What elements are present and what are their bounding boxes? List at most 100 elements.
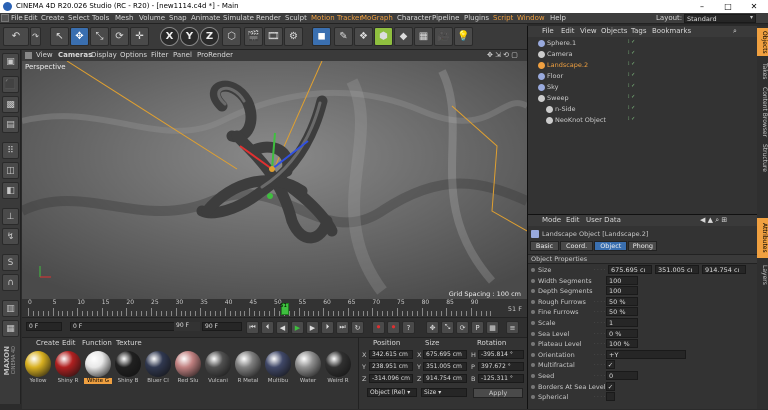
workplane-button[interactable]: ▥	[2, 300, 19, 317]
last-tool-button[interactable]: ✛	[130, 27, 149, 46]
object-row[interactable]: Sky ⁞ ✓	[528, 82, 758, 93]
animate-dot-icon[interactable]	[531, 363, 535, 368]
visibility-dots[interactable]: ⁞ ✓	[628, 72, 635, 78]
cube-object-button[interactable]: ◼	[312, 27, 331, 46]
attr-field[interactable]: 675.695 cı	[608, 265, 652, 274]
viewport-menu-filter[interactable]: Filter	[151, 51, 168, 59]
attr-tab[interactable]: Basic	[530, 241, 559, 251]
object-name[interactable]: Sky	[547, 83, 559, 91]
animate-dot-icon[interactable]	[531, 268, 535, 272]
material-swatch[interactable]: Red Slu	[174, 350, 202, 394]
rotate-tool-button[interactable]: ⟳	[110, 27, 129, 46]
menu-animate[interactable]: Animate	[191, 14, 220, 22]
object-name[interactable]: Floor	[547, 72, 563, 80]
object-row[interactable]: Landscape.2 ⁞ ✓	[528, 60, 758, 71]
attr-menu-mode[interactable]: Mode	[542, 216, 561, 224]
menu-edit[interactable]: Edit	[24, 14, 38, 22]
edges-mode-button[interactable]: ◫	[2, 162, 19, 179]
coord-size-field[interactable]: 351.005 cm	[423, 362, 467, 371]
menu-icon[interactable]	[1, 14, 9, 22]
attr-field[interactable]: 100	[606, 275, 638, 285]
menu-mograph[interactable]: MoGraph	[361, 14, 393, 22]
attr-checkbox[interactable]: ✓	[606, 381, 615, 391]
next-frame-button[interactable]: ▶	[306, 321, 319, 334]
coord-position-field[interactable]: -314.096 cm	[369, 374, 413, 383]
floor-button[interactable]: ▦	[414, 27, 433, 46]
coord-mode-select[interactable]: Object (Rel) ▾	[367, 388, 417, 397]
coord-rotation-field[interactable]: -125.311 °	[478, 374, 524, 383]
attr-nav-icons[interactable]: ◀ ▲ ⌕ ⊞	[700, 216, 727, 225]
snap-button[interactable]: S	[2, 254, 19, 271]
viewport-menu-panel[interactable]: Panel	[173, 51, 192, 59]
y-axis-lock-button[interactable]: Y	[180, 27, 199, 46]
coord-size-field[interactable]: 914.754 cm	[423, 374, 467, 383]
object-row[interactable]: Sweep ⁞ ✓	[528, 93, 758, 104]
material-swatch[interactable]: Yellow	[24, 350, 52, 394]
animate-dot-icon[interactable]	[531, 352, 535, 357]
object-name[interactable]: n-Side	[555, 105, 576, 113]
coord-rotation-field[interactable]: -395.814 °	[478, 350, 524, 359]
scale-key-button[interactable]: ⤡	[441, 321, 454, 334]
animate-dot-icon[interactable]	[531, 310, 535, 315]
points-mode-button[interactable]: ⠿	[2, 142, 19, 159]
next-key-button[interactable]: ⏵	[321, 321, 334, 334]
keyframe-selection-button[interactable]: ?	[402, 321, 415, 334]
attr-field[interactable]: 1	[606, 318, 638, 327]
previous-frame-button[interactable]: ◀	[276, 321, 289, 334]
menu-help[interactable]: Help	[550, 14, 566, 22]
position-key-button[interactable]: ✥	[426, 321, 439, 334]
material-swatch[interactable]: Bluer Cl	[144, 350, 172, 394]
side-tab-objects[interactable]: Objects	[757, 28, 768, 56]
subdivision-button[interactable]: ❖	[354, 27, 373, 46]
animate-dot-icon[interactable]	[531, 374, 535, 378]
render-picture-viewer-button[interactable]: 🎞	[264, 27, 283, 46]
attr-field[interactable]: 914.754 cı	[702, 265, 746, 274]
undo-button[interactable]: ↶	[3, 27, 29, 46]
timeline-menu-button[interactable]: ≡	[506, 321, 519, 334]
search-icon[interactable]: ⌕	[733, 27, 737, 36]
menu-pipeline[interactable]: Pipeline	[432, 14, 459, 22]
workplane-mode-button[interactable]: ▤	[2, 116, 19, 133]
viewport-menu-prorender[interactable]: ProRender	[197, 51, 233, 59]
obj-menu-bookmarks[interactable]: Bookmarks	[652, 27, 691, 35]
tweak-mode-button[interactable]: ↯	[2, 228, 19, 245]
apply-button[interactable]: Apply	[473, 388, 523, 398]
start-frame-field[interactable]: 0 F	[26, 322, 62, 331]
object-name[interactable]: Camera	[547, 50, 573, 58]
attr-checkbox[interactable]	[606, 392, 615, 402]
animate-dot-icon[interactable]	[531, 278, 535, 283]
attr-checkbox[interactable]: ✓	[606, 360, 615, 370]
visibility-dots[interactable]: ⁞ ✓	[628, 61, 635, 67]
material-swatch[interactable]: Shiny B	[114, 350, 142, 394]
coord-position-field[interactable]: 342.615 cm	[369, 350, 413, 359]
material-swatch[interactable]: Shiny R	[54, 350, 82, 394]
layout-select[interactable]: Standard ▾	[684, 14, 756, 23]
menu-render[interactable]: Render	[256, 14, 281, 22]
redo-button[interactable]: ↷	[30, 27, 41, 46]
material-swatch[interactable]: Multibu	[264, 350, 292, 394]
record-keys-button[interactable]: ⏺	[372, 321, 385, 334]
magnet-button[interactable]: ∩	[2, 274, 19, 291]
menu-plugins[interactable]: Plugins	[464, 14, 489, 22]
object-row[interactable]: Camera ⁞ ✓	[528, 49, 758, 60]
visibility-dots[interactable]: ⁞ ✓	[628, 116, 635, 122]
side-tab-layers[interactable]: Layers	[757, 262, 768, 288]
minimize-button[interactable]: –	[692, 0, 712, 13]
object-name[interactable]: Sweep	[547, 94, 569, 102]
object-row[interactable]: Sphere.1 ⁞ ✓	[528, 38, 758, 49]
axis-mode-button[interactable]: ⊥	[2, 208, 19, 225]
visibility-dots[interactable]: ⁞ ✓	[628, 50, 635, 56]
attr-tab[interactable]: Object	[594, 241, 628, 251]
viewport-menu-icon[interactable]	[25, 52, 32, 59]
object-row[interactable]: NeoKnot Object ⁞ ✓	[528, 115, 758, 126]
side-tab-structure[interactable]: Structure	[757, 142, 768, 174]
animate-dot-icon[interactable]	[531, 395, 535, 400]
close-button[interactable]: ✕	[744, 0, 764, 13]
material-swatch[interactable]: Water	[294, 350, 322, 394]
render-settings-button[interactable]: ⚙	[284, 27, 303, 46]
attr-field[interactable]: 351.005 cı	[655, 265, 699, 274]
obj-menu-objects[interactable]: Objects	[601, 27, 627, 35]
obj-menu-view[interactable]: View	[580, 27, 597, 35]
polygons-mode-button[interactable]: ◧	[2, 182, 19, 199]
z-axis-lock-button[interactable]: Z	[200, 27, 219, 46]
